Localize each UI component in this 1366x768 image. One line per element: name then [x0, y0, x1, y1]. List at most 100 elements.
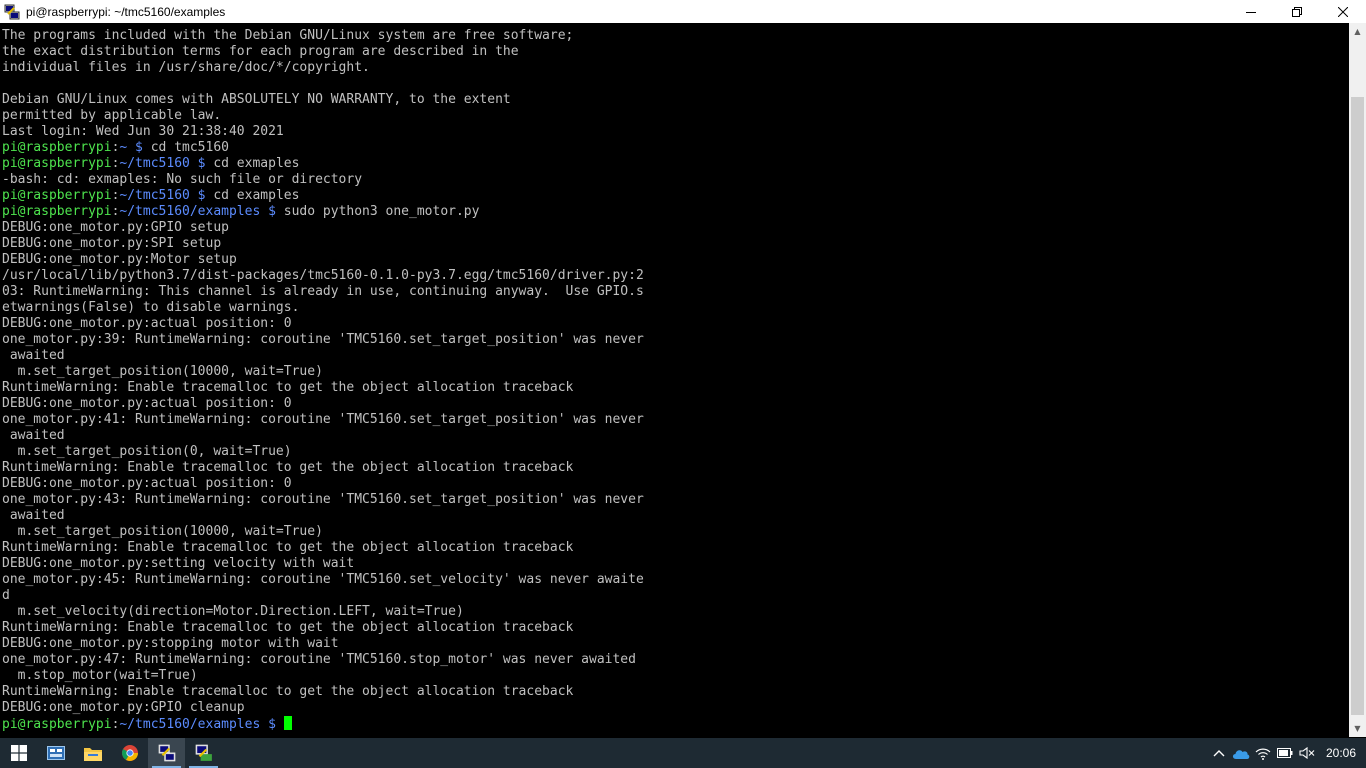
- prompt-user: pi@raspberrypi: [2, 204, 112, 219]
- terminal-line: DEBUG:one_motor.py:Motor setup: [2, 252, 644, 268]
- window-title-bar[interactable]: pi@raspberrypi: ~/tmc5160/examples: [0, 0, 1366, 23]
- terminal-line: individual files in /usr/share/doc/*/cop…: [2, 60, 644, 76]
- terminal-text: m.set_target_position(10000, wait=True): [2, 524, 323, 539]
- terminal-text: The programs included with the Debian GN…: [2, 28, 574, 43]
- terminal-text: m.set_target_position(0, wait=True): [2, 444, 292, 459]
- terminal-line: DEBUG:one_motor.py:actual position: 0: [2, 316, 644, 332]
- triangle-up-icon: ▲: [1354, 27, 1361, 36]
- prompt-path: ~/tmc5160 $: [119, 156, 206, 171]
- prompt-path: ~ $: [119, 140, 143, 155]
- close-button[interactable]: [1320, 0, 1366, 23]
- terminal-line: awaited: [2, 428, 644, 444]
- terminal-text: RuntimeWarning: Enable tracemalloc to ge…: [2, 540, 574, 555]
- taskbar-clock[interactable]: 20:06: [1326, 746, 1356, 760]
- terminal-line: RuntimeWarning: Enable tracemalloc to ge…: [2, 460, 644, 476]
- terminal-text: DEBUG:one_motor.py:Motor setup: [2, 252, 237, 267]
- task-view-button[interactable]: [37, 738, 74, 768]
- onedrive-icon: [1232, 749, 1250, 759]
- terminal-text: one_motor.py:41: RuntimeWarning: corouti…: [2, 412, 644, 427]
- close-icon: [1338, 6, 1348, 17]
- terminal-line: m.set_target_position(0, wait=True): [2, 444, 644, 460]
- terminal-line: DEBUG:one_motor.py:setting velocity with…: [2, 556, 644, 572]
- chrome-button[interactable]: [111, 738, 148, 768]
- terminal-text: DEBUG:one_motor.py:actual position: 0: [2, 316, 292, 331]
- terminal-text: permitted by applicable law.: [2, 108, 222, 123]
- terminal-text: DEBUG:one_motor.py:GPIO setup: [2, 220, 229, 235]
- start-button[interactable]: [0, 738, 37, 768]
- chrome-icon: [121, 745, 138, 761]
- terminal-text: DEBUG:one_motor.py:actual position: 0: [2, 396, 292, 411]
- terminal-line: DEBUG:one_motor.py:actual position: 0: [2, 476, 644, 492]
- onedrive-button[interactable]: [1230, 738, 1252, 768]
- terminal-text: RuntimeWarning: Enable tracemalloc to ge…: [2, 460, 574, 475]
- terminal-line: /usr/local/lib/python3.7/dist-packages/t…: [2, 268, 644, 284]
- terminal-text: m.stop_motor(wait=True): [2, 668, 198, 683]
- triangle-down-icon: ▼: [1354, 724, 1361, 733]
- restore-button[interactable]: [1274, 0, 1320, 23]
- terminal-text: Last login: Wed Jun 30 21:38:40 2021: [2, 124, 284, 139]
- terminal-line: m.set_target_position(10000, wait=True): [2, 364, 644, 380]
- terminal-text: cd tmc5160: [142, 140, 229, 155]
- terminal-line: pi@raspberrypi:~/tmc5160/examples $ sudo…: [2, 204, 644, 220]
- terminal-text: one_motor.py:39: RuntimeWarning: corouti…: [2, 332, 644, 347]
- putty-config-taskbar-button[interactable]: [185, 738, 222, 768]
- scrollbar-thumb[interactable]: [1351, 97, 1364, 715]
- terminal-output: The programs included with the Debian GN…: [2, 28, 644, 732]
- terminal-area[interactable]: The programs included with the Debian GN…: [0, 23, 1349, 737]
- terminal-line: DEBUG:one_motor.py:GPIO setup: [2, 220, 644, 236]
- terminal-line: RuntimeWarning: Enable tracemalloc to ge…: [2, 380, 644, 396]
- terminal-text: one_motor.py:43: RuntimeWarning: corouti…: [2, 492, 644, 507]
- terminal-line: the exact distribution terms for each pr…: [2, 44, 644, 60]
- terminal-line: m.stop_motor(wait=True): [2, 668, 644, 684]
- terminal-text: sudo python3 one_motor.py: [275, 204, 480, 219]
- terminal-line: Last login: Wed Jun 30 21:38:40 2021: [2, 124, 644, 140]
- network-button[interactable]: [1252, 738, 1274, 768]
- terminal-line: pi@raspberrypi:~/tmc5160 $ cd examples: [2, 188, 644, 204]
- scroll-up-button[interactable]: ▲: [1349, 23, 1366, 40]
- prompt-user: pi@raspberrypi: [2, 140, 112, 155]
- terminal-line: m.set_velocity(direction=Motor.Direction…: [2, 604, 644, 620]
- terminal-line: 03: RuntimeWarning: This channel is alre…: [2, 284, 644, 300]
- chevron-up-icon: [1213, 750, 1225, 757]
- minimize-icon: [1246, 11, 1256, 13]
- network-icon: [1255, 748, 1271, 760]
- putty-taskbar-button[interactable]: [148, 738, 185, 768]
- battery-button[interactable]: [1274, 738, 1296, 768]
- volume-button[interactable]: [1296, 738, 1318, 768]
- terminal-text: one_motor.py:45: RuntimeWarning: corouti…: [2, 572, 644, 587]
- putty-icon: [158, 744, 175, 762]
- file-explorer-button[interactable]: [74, 738, 111, 768]
- system-tray: 20:06: [1208, 738, 1366, 768]
- terminal-text: DEBUG:one_motor.py:setting velocity with…: [2, 556, 355, 571]
- terminal-line: -bash: cd: exmaples: No such file or dir…: [2, 172, 644, 188]
- minimize-button[interactable]: [1228, 0, 1274, 23]
- terminal-line: RuntimeWarning: Enable tracemalloc to ge…: [2, 540, 644, 556]
- terminal-line: awaited: [2, 348, 644, 364]
- windows-logo-icon: [10, 745, 27, 761]
- terminal-text: DEBUG:one_motor.py:GPIO cleanup: [2, 700, 245, 715]
- terminal-line: d: [2, 588, 644, 604]
- folder-icon: [83, 747, 102, 761]
- terminal-text: one_motor.py:47: RuntimeWarning: corouti…: [2, 652, 636, 667]
- terminal-text: awaited: [2, 348, 65, 363]
- terminal-text: /usr/local/lib/python3.7/dist-packages/t…: [2, 268, 644, 283]
- vertical-scrollbar[interactable]: ▲ ▼: [1349, 23, 1366, 737]
- terminal-text: individual files in /usr/share/doc/*/cop…: [2, 60, 370, 75]
- scroll-down-button[interactable]: ▼: [1349, 720, 1366, 737]
- restore-icon: [1292, 6, 1302, 17]
- terminal-text: 03: RuntimeWarning: This channel is alre…: [2, 284, 644, 299]
- terminal-text: awaited: [2, 508, 65, 523]
- show-hidden-icons-button[interactable]: [1208, 738, 1230, 768]
- taskbar: 20:06: [0, 738, 1366, 768]
- terminal-cursor: [283, 716, 292, 730]
- terminal-line: DEBUG:one_motor.py:SPI setup: [2, 236, 644, 252]
- task-view-icon: [46, 746, 65, 760]
- terminal-text: awaited: [2, 428, 65, 443]
- prompt-path: ~/tmc5160/examples $: [119, 717, 276, 732]
- terminal-text: the exact distribution terms for each pr…: [2, 44, 519, 59]
- terminal-line: DEBUG:one_motor.py:stopping motor with w…: [2, 636, 644, 652]
- terminal-text: DEBUG:one_motor.py:actual position: 0: [2, 476, 292, 491]
- terminal-text: etwarnings(False) to disable warnings.: [2, 300, 300, 315]
- prompt-path: ~/tmc5160 $: [119, 188, 206, 203]
